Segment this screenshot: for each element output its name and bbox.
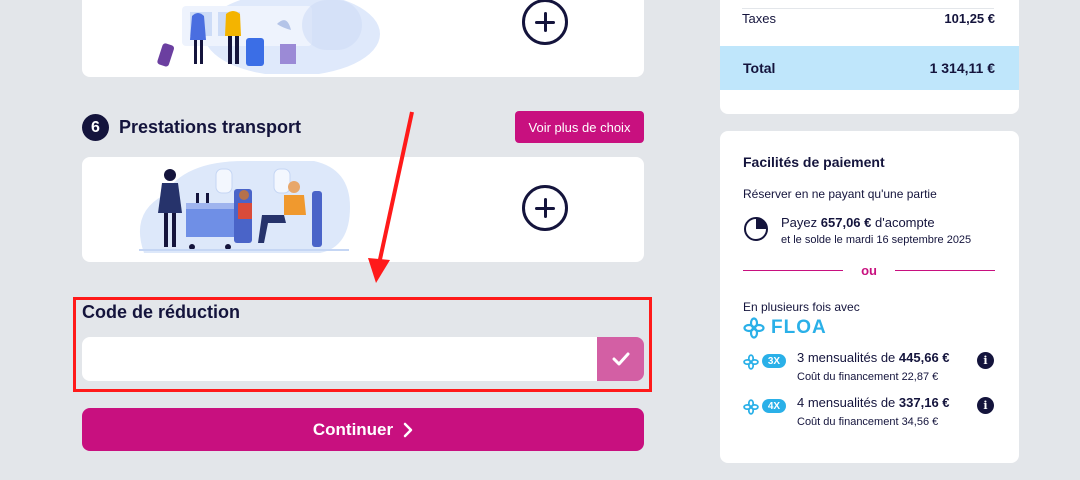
installment-amount: 445,66 € (898, 350, 950, 365)
divider (743, 270, 844, 271)
floa-logo: FLOA (743, 317, 827, 339)
financing-cost: Coût du financement 34,56 € (797, 416, 939, 428)
installment-badge: 4X (762, 399, 786, 413)
floa-wordmark: FLOA (771, 317, 827, 338)
more-choices-button[interactable]: Voir plus de choix (515, 111, 644, 143)
installment-text: 4 mensualités de 337,16 € (797, 395, 950, 410)
balance-date-text: et le solde le mardi 16 septembre 2025 (781, 234, 972, 246)
taxes-value: 101,25 € (944, 11, 995, 26)
continue-label: Continuer (312, 419, 394, 439)
installment-amount: 337,16 € (898, 395, 950, 410)
travelers-illustration (157, 0, 380, 74)
payment-title: Facilités de paiement (743, 154, 885, 170)
payment-options-card: Facilités de paiement Réserver en ne pay… (720, 131, 1019, 463)
installment-badge: 3X (762, 354, 786, 368)
chevron-right-icon (403, 422, 413, 437)
deposit-amount: 657,06 € (820, 215, 872, 230)
step-number-badge: 6 (82, 114, 109, 141)
financing-cost: Coût du financement 22,87 € (797, 371, 939, 383)
installment-prefix: 3 mensualités de (797, 350, 896, 365)
deposit-suffix: d'acompte (875, 215, 935, 230)
partial-payment-label: Réserver en ne payant qu'une partie (743, 187, 937, 201)
installments-label: En plusieurs fois avec (743, 300, 860, 314)
service-card-previous (82, 0, 644, 77)
total-value: 1 314,11 € (929, 60, 995, 76)
continue-button[interactable]: Continuer (82, 408, 644, 451)
snowflake-icon (743, 317, 765, 339)
section-title: Prestations transport (119, 117, 302, 137)
divider (894, 270, 996, 271)
deposit-prefix: Payez (781, 215, 818, 230)
installment-prefix: 4 mensualités de (797, 395, 896, 410)
total-label: Total (743, 60, 776, 76)
snowflake-icon (743, 399, 759, 415)
price-summary-card: Taxes 101,25 € Total 1 314,11 € (720, 0, 1019, 114)
total-row: Total 1 314,11 € (720, 46, 1019, 90)
taxes-label: Taxes (742, 11, 776, 26)
pie-chart-icon (744, 217, 768, 241)
deposit-line: Payez 657,06 € d'acompte (781, 215, 935, 230)
taxes-row: Taxes 101,25 € (742, 11, 995, 26)
divider (742, 8, 994, 9)
info-icon[interactable]: i (977, 352, 994, 369)
add-transport-icon[interactable] (522, 185, 568, 231)
or-separator: ou (743, 263, 996, 278)
info-icon[interactable]: i (977, 397, 994, 414)
add-service-icon[interactable] (522, 0, 568, 45)
annotation-highlight-box (73, 297, 652, 392)
airplane-cabin-illustration (139, 161, 350, 253)
or-label: ou (861, 263, 877, 278)
snowflake-icon (743, 354, 759, 370)
transport-section-header: 6 Prestations transport (82, 114, 301, 141)
installment-text: 3 mensualités de 445,66 € (797, 350, 950, 365)
transport-service-card (82, 157, 644, 262)
